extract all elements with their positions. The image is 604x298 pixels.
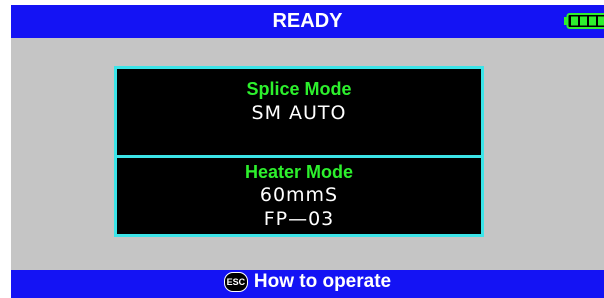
heater-mode-value-1: 60mmS	[259, 184, 339, 206]
splicer-screen: READY Splice Mode SM AUTO Heater Mode 60…	[0, 0, 604, 298]
help-bar[interactable]: ESC How to operate	[11, 270, 604, 298]
heater-mode-section[interactable]: Heater Mode 60mmS FP—03	[117, 158, 481, 234]
heater-mode-value-2: FP—03	[263, 208, 335, 230]
splice-mode-value: SM AUTO	[251, 102, 347, 124]
splice-mode-section[interactable]: Splice Mode SM AUTO	[117, 69, 481, 155]
how-to-operate-label: How to operate	[253, 271, 392, 292]
esc-key-icon: ESC	[223, 272, 248, 292]
battery-full-icon	[564, 13, 604, 29]
mode-info-panel[interactable]: Splice Mode SM AUTO Heater Mode 60mmS FP…	[114, 66, 484, 237]
status-bar: READY	[11, 5, 604, 38]
status-title: READY	[272, 10, 343, 32]
help-bar-content: ESC How to operate	[11, 270, 604, 298]
heater-mode-title: Heater Mode	[244, 162, 354, 182]
splice-mode-title: Splice Mode	[246, 79, 352, 99]
